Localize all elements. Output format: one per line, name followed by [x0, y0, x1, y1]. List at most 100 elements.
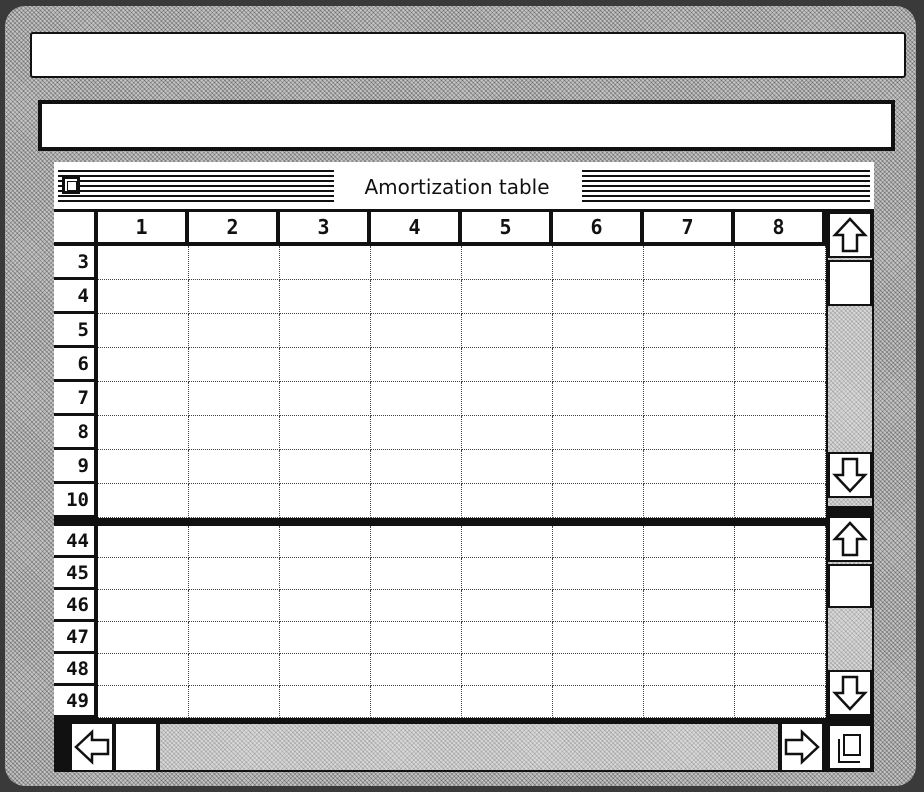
row-header[interactable]: 9	[54, 450, 98, 484]
arrow-right-icon[interactable]	[782, 724, 822, 770]
table-cell[interactable]	[462, 382, 553, 416]
table-cell[interactable]	[98, 526, 189, 558]
scroll-thumb[interactable]	[828, 564, 872, 608]
table-cell[interactable]	[371, 558, 462, 590]
table-cell[interactable]	[553, 246, 644, 280]
column-header[interactable]: 1	[98, 212, 189, 246]
arrow-up-icon[interactable]	[828, 516, 872, 562]
table-cell[interactable]	[98, 246, 189, 280]
table-cell[interactable]	[644, 526, 735, 558]
table-cell[interactable]	[644, 590, 735, 622]
table-cell[interactable]	[644, 450, 735, 484]
table-cell[interactable]	[280, 382, 371, 416]
table-cell[interactable]	[98, 558, 189, 590]
table-cell[interactable]	[462, 314, 553, 348]
table-cell[interactable]	[98, 382, 189, 416]
row-header[interactable]: 49	[54, 686, 98, 718]
table-cell[interactable]	[644, 484, 735, 518]
table-cell[interactable]	[735, 450, 826, 484]
table-cell[interactable]	[462, 450, 553, 484]
table-cell[interactable]	[189, 526, 280, 558]
table-cell[interactable]	[462, 654, 553, 686]
table-cell[interactable]	[371, 590, 462, 622]
table-cell[interactable]	[553, 280, 644, 314]
column-header[interactable]: 4	[371, 212, 462, 246]
table-cell[interactable]	[553, 416, 644, 450]
column-header[interactable]: 3	[280, 212, 371, 246]
table-cell[interactable]	[553, 590, 644, 622]
table-cell[interactable]	[280, 654, 371, 686]
scroll-thumb[interactable]	[828, 260, 872, 306]
bottom-pane-vertical-scrollbar[interactable]	[828, 516, 872, 716]
table-cell[interactable]	[462, 622, 553, 654]
pane-split-bar[interactable]	[54, 518, 826, 526]
table-cell[interactable]	[98, 654, 189, 686]
table-cell[interactable]	[735, 416, 826, 450]
table-cell[interactable]	[644, 654, 735, 686]
table-cell[interactable]	[189, 558, 280, 590]
table-cell[interactable]	[189, 382, 280, 416]
table-cell[interactable]	[280, 246, 371, 280]
table-cell[interactable]	[553, 348, 644, 382]
table-cell[interactable]	[644, 280, 735, 314]
table-cell[interactable]	[462, 348, 553, 382]
table-cell[interactable]	[371, 622, 462, 654]
top-pane-vertical-scrollbar[interactable]	[828, 212, 872, 506]
scroll-thumb[interactable]	[116, 724, 156, 770]
table-cell[interactable]	[462, 246, 553, 280]
table-cell[interactable]	[735, 686, 826, 718]
arrow-left-icon[interactable]	[72, 724, 112, 770]
row-header[interactable]: 48	[54, 654, 98, 686]
table-cell[interactable]	[553, 484, 644, 518]
table-cell[interactable]	[371, 416, 462, 450]
table-cell[interactable]	[371, 654, 462, 686]
table-cell[interactable]	[735, 526, 826, 558]
horizontal-scrollbar[interactable]	[54, 720, 874, 772]
table-cell[interactable]	[280, 416, 371, 450]
table-cell[interactable]	[735, 558, 826, 590]
table-cell[interactable]	[189, 416, 280, 450]
column-header[interactable]: 7	[644, 212, 735, 246]
table-cell[interactable]	[735, 314, 826, 348]
row-header[interactable]: 44	[54, 526, 98, 558]
table-cell[interactable]	[280, 558, 371, 590]
table-cell[interactable]	[189, 348, 280, 382]
table-cell[interactable]	[371, 450, 462, 484]
arrow-down-icon[interactable]	[828, 670, 872, 716]
table-cell[interactable]	[371, 526, 462, 558]
table-cell[interactable]	[280, 590, 371, 622]
table-cell[interactable]	[644, 622, 735, 654]
table-cell[interactable]	[462, 558, 553, 590]
table-cell[interactable]	[644, 558, 735, 590]
table-cell[interactable]	[462, 686, 553, 718]
table-cell[interactable]	[280, 526, 371, 558]
table-cell[interactable]	[98, 348, 189, 382]
table-cell[interactable]	[553, 686, 644, 718]
table-cell[interactable]	[553, 526, 644, 558]
table-cell[interactable]	[735, 382, 826, 416]
table-cell[interactable]	[644, 686, 735, 718]
table-cell[interactable]	[189, 484, 280, 518]
row-header[interactable]: 45	[54, 558, 98, 590]
row-header[interactable]: 4	[54, 280, 98, 314]
table-cell[interactable]	[189, 450, 280, 484]
table-cell[interactable]	[371, 382, 462, 416]
column-header[interactable]: 5	[462, 212, 553, 246]
table-cell[interactable]	[735, 622, 826, 654]
table-cell[interactable]	[98, 484, 189, 518]
arrow-down-icon[interactable]	[828, 452, 872, 498]
row-header[interactable]: 3	[54, 246, 98, 280]
table-cell[interactable]	[644, 348, 735, 382]
row-header[interactable]: 46	[54, 590, 98, 622]
column-header[interactable]: 2	[189, 212, 280, 246]
table-cell[interactable]	[98, 314, 189, 348]
table-cell[interactable]	[189, 654, 280, 686]
row-header[interactable]: 47	[54, 622, 98, 654]
table-cell[interactable]	[553, 382, 644, 416]
table-cell[interactable]	[644, 382, 735, 416]
table-cell[interactable]	[644, 416, 735, 450]
table-cell[interactable]	[553, 450, 644, 484]
column-header[interactable]: 6	[553, 212, 644, 246]
table-cell[interactable]	[735, 484, 826, 518]
column-header[interactable]: 8	[735, 212, 826, 246]
